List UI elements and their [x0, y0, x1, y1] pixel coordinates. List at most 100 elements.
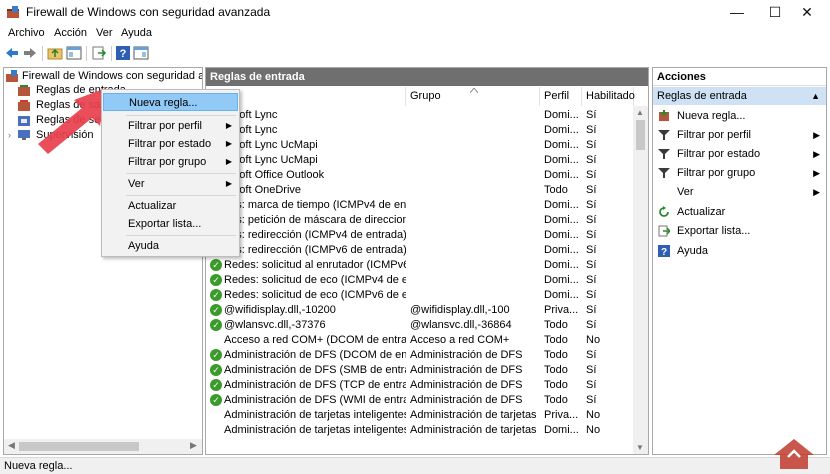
ctx-item-nueva-regla[interactable]: Nueva regla...: [103, 93, 238, 111]
rule-profile-cell: Domi...: [544, 154, 579, 166]
table-row[interactable]: ✓ Redes: solicitud al enrutador (ICMPv6 .…: [206, 258, 634, 273]
table-row[interactable]: ✓ Administración de DFS (WMI de entrada) A…: [206, 393, 634, 408]
ctx-item-ayuda[interactable]: Ayuda: [103, 237, 238, 255]
action-item-label: Ver: [677, 186, 694, 198]
submenu-arrow-icon: ▶: [813, 187, 820, 197]
table-row[interactable]: ✓Administración de DFS (DCOM de entrada)…: [206, 348, 634, 363]
table-row[interactable]: ✓ Administración de DFS (TCP de entrada) A…: [206, 378, 634, 393]
action-item[interactable]: Filtrar por grupo ▶: [653, 164, 826, 182]
table-row[interactable]: des: marca de tiempo (ICMPv4 de entra...…: [206, 198, 634, 213]
up-folder-icon[interactable]: [47, 45, 63, 61]
ctx-item-filtrar-estado[interactable]: Filtrar por estado ▶: [103, 135, 238, 153]
scroll-right-icon[interactable]: ▶: [190, 440, 197, 451]
rule-group-cell: @wlansvc.dll,-36864: [410, 319, 512, 331]
menu-ayuda[interactable]: Ayuda: [121, 27, 152, 39]
table-row[interactable]: Administración de tarjetas inteligentes …: [206, 423, 634, 438]
table-row[interactable]: Acceso a red COM+ (DCOM de entrada) Acces…: [206, 333, 634, 348]
table-row[interactable]: rosoft Office Outlook Domi... Sí: [206, 168, 634, 183]
export-list-icon[interactable]: [91, 45, 107, 61]
collapse-caret-icon[interactable]: ▲: [811, 87, 820, 105]
title-bar: Firewall de Windows con seguridad avanza…: [0, 0, 830, 24]
rule-enabled-cell: Sí: [586, 379, 597, 391]
rule-enabled-cell: Sí: [586, 154, 597, 166]
action-item[interactable]: Actualizar: [653, 203, 826, 221]
toolbar-separator: [42, 46, 43, 61]
scroll-down-icon[interactable]: ▼: [636, 443, 644, 452]
rule-enabled-cell: Sí: [586, 109, 597, 121]
table-row[interactable]: ✓Redes: solicitud de eco (ICMPv6 de entr…: [206, 288, 634, 303]
table-row[interactable]: ✓ @wlansvc.dll,-37376 @wlansvc.dll,-36864 T…: [206, 318, 634, 333]
ctx-item-filtrar-perfil[interactable]: Filtrar por perfil ▶: [103, 117, 238, 135]
action-item-label: Exportar lista...: [677, 225, 751, 237]
table-row[interactable]: rosoft OneDrive Todo Sí: [206, 183, 634, 198]
scroll-left-icon[interactable]: ◀: [8, 440, 15, 451]
rule-name-cell: Administración de DFS (DCOM de entrada): [224, 349, 406, 361]
scroll-up-icon[interactable]: ▲: [636, 108, 644, 117]
rule-enabled-cell: Sí: [586, 304, 597, 316]
scrollbar-thumb[interactable]: [19, 442, 139, 451]
enabled-check-icon: ✓: [210, 364, 222, 376]
rule-profile-cell: Priva...: [544, 409, 579, 421]
rule-profile-cell: Domi...: [544, 424, 579, 436]
sort-caret-icon: [470, 88, 478, 93]
ctx-item-label: Ayuda: [128, 240, 159, 252]
rule-name-cell: rosoft OneDrive: [224, 184, 302, 196]
help-icon[interactable]: ?: [115, 45, 131, 61]
scrollbar-thumb[interactable]: [636, 120, 645, 150]
ctx-item-actualizar[interactable]: Actualizar: [103, 197, 238, 215]
table-row[interactable]: des: petición de máscara de direccione..…: [206, 213, 634, 228]
table-row[interactable]: rosoft Lync UcMapi Domi... Sí: [206, 153, 634, 168]
rule-name-cell: Redes: solicitud de eco (ICMPv6 de entra…: [224, 289, 406, 301]
action-item[interactable]: Filtrar por estado ▶: [653, 145, 826, 163]
menu-accion[interactable]: Acción: [54, 27, 87, 39]
table-row[interactable]: ✓ @wifidisplay.dll,-10200 @wifidisplay.dll…: [206, 303, 634, 318]
rule-name-cell: Administración de tarjetas inteligentes …: [224, 409, 406, 421]
forward-arrow-icon[interactable]: [22, 45, 38, 61]
rule-group-cell: Administración de tarjetas i...: [410, 409, 538, 421]
action-item[interactable]: ? Ayuda: [653, 242, 826, 260]
filter-icon: [658, 130, 670, 140]
menu-ver[interactable]: Ver: [96, 27, 113, 39]
show-hide-tree-icon[interactable]: [66, 45, 82, 61]
show-hide-action-pane-icon[interactable]: [133, 45, 149, 61]
table-row[interactable]: ✓Administración de DFS (SMB de entrada) A…: [206, 363, 634, 378]
ctx-item-filtrar-grupo[interactable]: Filtrar por grupo ▶: [103, 153, 238, 171]
filter-icon: [658, 168, 670, 178]
column-header-habilitado[interactable]: Habilitado: [582, 87, 635, 106]
expand-chevron-icon[interactable]: ›: [8, 128, 11, 143]
action-item[interactable]: Ver ▶: [653, 183, 826, 201]
svg-text:?: ?: [120, 48, 127, 60]
rule-profile-cell: Domi...: [544, 124, 579, 136]
action-item[interactable]: Nueva regla...: [653, 107, 826, 125]
rule-enabled-cell: Sí: [586, 349, 597, 361]
toolbar-separator: [111, 46, 112, 61]
close-button[interactable]: ✕: [784, 0, 830, 24]
ctx-item-ver[interactable]: Ver ▶: [103, 175, 238, 193]
table-row[interactable]: rosoft Lync UcMapi Domi... Sí: [206, 138, 634, 153]
tree-horizontal-scrollbar[interactable]: ◀ ▶: [4, 439, 202, 454]
action-item[interactable]: Filtrar por perfil ▶: [653, 126, 826, 144]
rule-group-cell: Administración de DFS: [410, 349, 523, 361]
ctx-item-exportar-lista[interactable]: Exportar lista...: [103, 215, 238, 233]
rule-name-cell: @wlansvc.dll,-37376: [224, 319, 326, 331]
filter-icon: [658, 149, 670, 159]
table-row[interactable]: Administración de tarjetas inteligentes …: [206, 408, 634, 423]
column-header-perfil[interactable]: Perfil: [540, 87, 582, 106]
table-row[interactable]: rosoft Lync Domi... Sí: [206, 123, 634, 138]
rule-profile-cell: Domi...: [544, 109, 579, 121]
status-bar: Nueva regla...: [0, 457, 830, 474]
table-row[interactable]: des: redirección (ICMPv4 de entrada) Domi…: [206, 228, 634, 243]
action-item[interactable]: Exportar lista...: [653, 222, 826, 240]
back-arrow-icon[interactable]: [4, 45, 20, 61]
table-row[interactable]: ✓Redes: solicitud de eco (ICMPv4 de entr…: [206, 273, 634, 288]
submenu-arrow-icon: ▶: [225, 121, 232, 130]
actions-section-reglas-entrada[interactable]: Reglas de entrada ▲: [653, 87, 826, 105]
status-text: Nueva regla...: [4, 460, 73, 472]
table-row[interactable]: des: redirección (ICMPv6 de entrada) Domi…: [206, 243, 634, 258]
table-row[interactable]: rosoft Lync Domi... Sí: [206, 108, 634, 123]
menu-separator: [126, 173, 236, 174]
menu-archivo[interactable]: Archivo: [8, 27, 45, 39]
rule-profile-cell: Domi...: [544, 259, 579, 271]
menu-separator: [126, 235, 236, 236]
rules-vertical-scrollbar[interactable]: ▲ ▼: [633, 106, 648, 454]
